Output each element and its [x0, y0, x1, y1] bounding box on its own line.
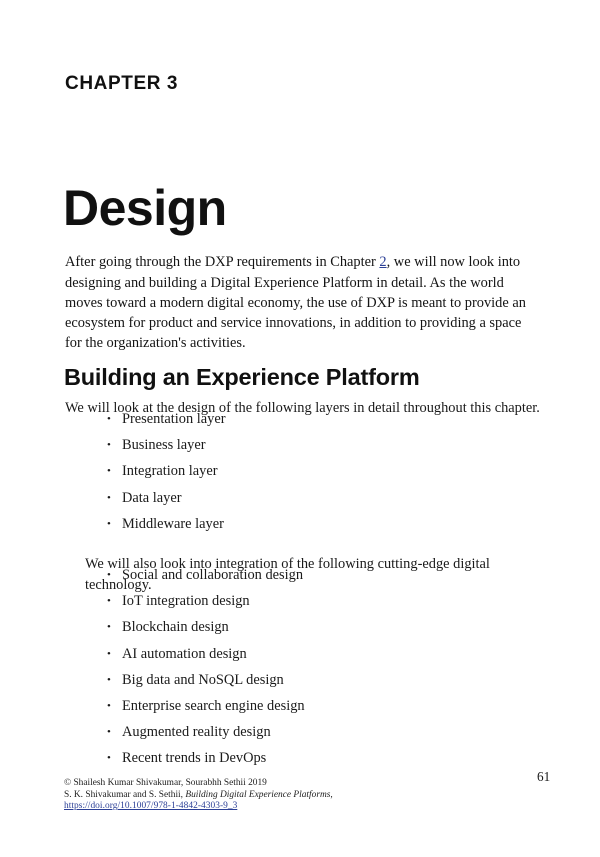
section-heading: Building an Experience Platform: [64, 363, 420, 390]
page-number: 61: [537, 769, 551, 784]
list-item: • Business layer: [0, 436, 226, 462]
chapter-2-link[interactable]: 2: [379, 254, 386, 270]
list-item: • Integration layer: [0, 462, 226, 488]
list-item: • AI automation design: [0, 645, 305, 671]
list-item-label: Enterprise search engine design: [122, 697, 305, 714]
page-title: Design: [63, 179, 227, 236]
bullet-icon: •: [107, 517, 111, 530]
list-item-label: Social and collaboration design: [122, 567, 304, 583]
book-title: Building Digital Experience Platforms: [185, 789, 331, 800]
bullet-icon: •: [107, 726, 111, 739]
list-item: • Data layer: [0, 489, 226, 515]
list-item: • Middleware layer: [0, 515, 226, 541]
tech-list: • Social and collaboration design • IoT …: [0, 566, 305, 776]
bullet-icon: •: [107, 752, 111, 765]
list-item-label: Integration layer: [122, 463, 218, 480]
intro-text-before-link: After going through the DXP requirements…: [65, 254, 380, 271]
bullet-icon: •: [107, 595, 111, 608]
layers-list: • Presentation layer • Business layer • …: [0, 410, 226, 541]
list-item: • Blockchain design: [0, 618, 305, 644]
copyright-line: © Shailesh Kumar Shivakumar, Sourabhh Se…: [64, 778, 267, 788]
bullet-icon: •: [107, 647, 111, 660]
list-item: • Recent trends in DevOps: [0, 749, 305, 775]
bullet-icon: •: [107, 621, 111, 634]
doi-link[interactable]: https://doi.org/10.1007/978-1-4842-4303-…: [64, 801, 237, 811]
document-page: CHAPTER 3 Design After going through the…: [0, 0, 600, 857]
citation-suffix: ,: [330, 789, 333, 800]
bullet-icon: •: [107, 465, 111, 478]
list-item-label: IoT integration design: [122, 593, 250, 610]
list-item: • Enterprise search engine design: [0, 697, 305, 723]
list-item: • IoT integration design: [0, 592, 305, 618]
bullet-icon: •: [107, 699, 111, 712]
list-item-label: Big data and NoSQL design: [122, 671, 284, 688]
list-item-label: Business layer: [122, 437, 206, 454]
list-item: • Augmented reality design: [0, 723, 305, 749]
list-item-label: Blockchain design: [122, 619, 229, 636]
list-item-label: Presentation layer: [122, 411, 226, 427]
list-item: • Social and collaboration design: [0, 566, 305, 592]
list-item-label: Recent trends in DevOps: [122, 750, 267, 767]
citation-line: S. K. Shivakumar and S. Sethii, Building…: [64, 790, 484, 802]
chapter-eyebrow: CHAPTER 3: [65, 73, 179, 94]
list-item-label: Data layer: [122, 489, 182, 506]
footer-copyright-block: © Shailesh Kumar Shivakumar, Sourabhh Se…: [64, 778, 484, 813]
list-item-label: Augmented reality design: [122, 724, 271, 741]
bullet-icon: •: [107, 413, 111, 425]
list-item-label: AI automation design: [122, 645, 247, 662]
bullet-icon: •: [107, 569, 111, 581]
list-item-label: Middleware layer: [122, 515, 224, 532]
bullet-icon: •: [107, 491, 111, 504]
bullet-icon: •: [107, 673, 111, 686]
bullet-icon: •: [107, 439, 111, 452]
intro-paragraph: After going through the DXP requirements…: [65, 252, 537, 353]
list-item: • Big data and NoSQL design: [0, 671, 305, 697]
list-item: • Presentation layer: [0, 410, 226, 436]
citation-authors: S. K. Shivakumar and S. Sethii,: [64, 789, 186, 800]
